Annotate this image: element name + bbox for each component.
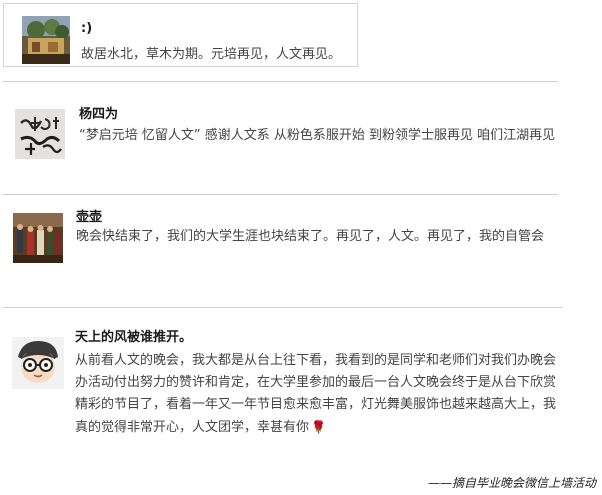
avatar[interactable] [15, 109, 65, 159]
comment-card: 天上的风被谁推开。 从前看人文的晚会，我大都是从台上往下看，我看到的是同学和老师… [3, 308, 563, 468]
comment-text: 故居水北，草木为期。元培再见，人文再见。 [81, 47, 342, 62]
comment-card: 壶壶 晚会快结束了，我们的大学生涯也块结束了。再见了，人文。再见了，我的自管会 [3, 195, 558, 307]
comment-card: 杨四为 “梦启元培 忆留人文” 感谢人文系 从粉色系服开始 到粉领学士服再见 咱… [3, 82, 558, 194]
comment-text: 从前看人文的晚会，我大都是从台上往下看，我看到的是同学和老师们对我们办晚会办活动… [75, 350, 557, 439]
avatar[interactable] [13, 213, 63, 263]
painting-avatar-icon [13, 213, 63, 263]
comment-text: “梦启元培 忆留人文” 感谢人文系 从粉色系服开始 到粉领学士服再见 咱们江湖再… [79, 128, 556, 143]
avatar[interactable] [12, 337, 64, 389]
comment-card: :) 故居水北，草木为期。元培再见，人文再见。 [3, 3, 358, 67]
commenter-name: 天上的风被谁推开。 [75, 330, 193, 345]
commenter-name: 杨四为 [79, 107, 119, 122]
calligraphy-avatar-icon [15, 109, 65, 159]
wechat-wall-screenshot: :) 故居水北，草木为期。元培再见，人文再见。 杨四为 “梦启元培 忆留人文” … [0, 0, 602, 495]
rose-icon: 🌹 [311, 420, 326, 434]
commenter-name: :) [81, 21, 93, 36]
commenter-name: 壶壶 [76, 210, 103, 225]
cartoon-glasses-avatar-icon [12, 337, 64, 389]
comment-text: 晚会快结束了，我们的大学生涯也块结束了。再见了，人文。再见了，我的自管会 [76, 229, 545, 244]
source-caption: ——摘自毕业晚会微信上墙活动 [427, 476, 596, 490]
avatar[interactable] [22, 16, 70, 64]
landscape-avatar-icon [22, 16, 70, 64]
